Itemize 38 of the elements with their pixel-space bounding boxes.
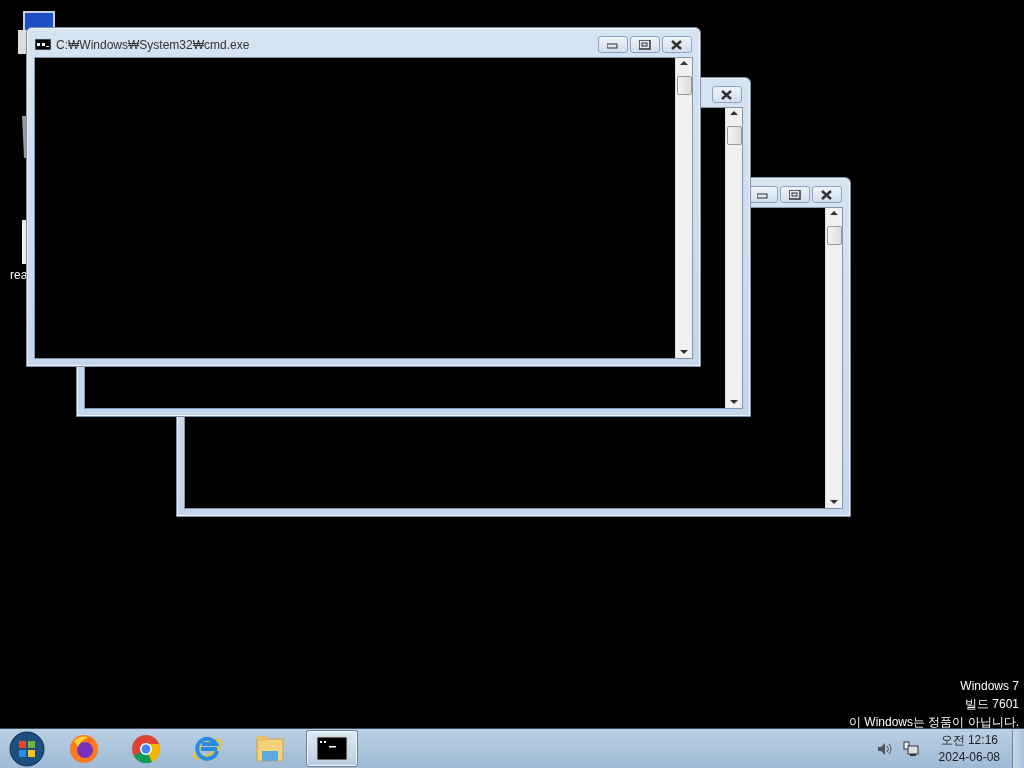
scrollbar[interactable]: [675, 58, 692, 358]
window-title: C:₩Windows₩System32₩cmd.exe: [56, 37, 250, 54]
maximize-icon: [639, 39, 651, 50]
scroll-down-arrow-icon[interactable]: [679, 349, 689, 355]
close-button[interactable]: [662, 36, 692, 53]
scrollbar[interactable]: [725, 108, 742, 408]
scroll-thumb[interactable]: [677, 76, 692, 95]
close-icon: [721, 89, 733, 100]
console-icon: [35, 39, 51, 50]
scroll-thumb[interactable]: [827, 226, 842, 245]
network-icon[interactable]: [902, 740, 919, 757]
speaker-icon[interactable]: [876, 741, 893, 756]
maximize-button[interactable]: [780, 186, 810, 203]
close-icon: [671, 39, 683, 50]
activation-notice-text: Windows 7: [959, 678, 1019, 695]
desktop-icon-label[interactable]: rea: [10, 266, 28, 284]
show-desktop-button[interactable]: [1012, 729, 1024, 768]
scroll-down-arrow-icon[interactable]: [729, 399, 739, 405]
close-icon: [821, 189, 833, 200]
start-button[interactable]: [9, 730, 45, 767]
minimize-button[interactable]: [598, 36, 628, 53]
activation-notice-text: 이 Windows는 정품이 아닙니다.: [849, 714, 1019, 731]
scroll-down-arrow-icon[interactable]: [829, 499, 839, 505]
clock-time[interactable]: 오전 12:16: [938, 731, 1000, 749]
close-button[interactable]: [812, 186, 842, 203]
scroll-up-arrow-icon[interactable]: [729, 110, 739, 116]
scroll-thumb[interactable]: [727, 126, 742, 145]
scroll-up-arrow-icon[interactable]: [679, 60, 689, 66]
chrome-icon: [130, 732, 162, 765]
maximize-icon: [789, 189, 801, 200]
firefox-icon: [68, 732, 100, 765]
scrollbar[interactable]: [825, 208, 842, 508]
activation-notice-text: 빌드 7601: [963, 696, 1019, 713]
maximize-button[interactable]: [630, 36, 660, 53]
clock-date[interactable]: 2024-06-08: [938, 748, 1000, 766]
scroll-up-arrow-icon[interactable]: [829, 210, 839, 216]
taskbar-button[interactable]: [306, 730, 358, 767]
close-button[interactable]: [712, 86, 742, 103]
